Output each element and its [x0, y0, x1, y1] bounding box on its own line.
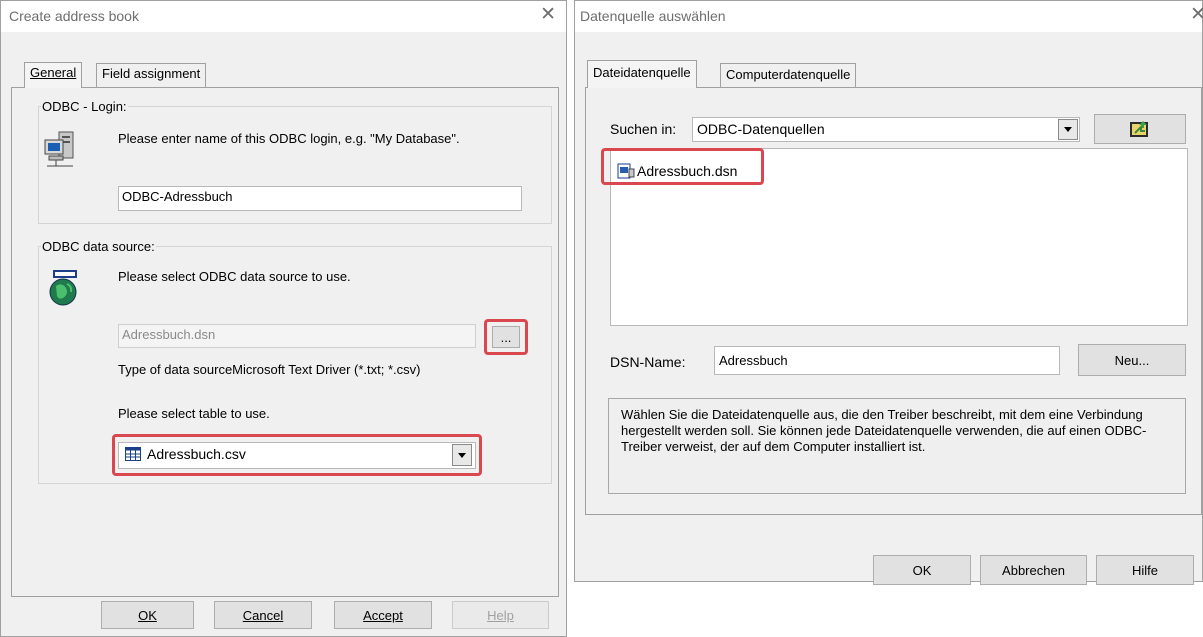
table-icon [125, 447, 141, 461]
login-name-input[interactable]: ODBC-Adressbuch [118, 186, 522, 211]
dialog-title: Create address book [9, 8, 139, 24]
help-button[interactable]: Hilfe [1096, 555, 1194, 585]
browse-datasource-button[interactable]: ... [492, 326, 520, 348]
cancel-button[interactable]: Cancel [214, 601, 312, 629]
search-location-value: ODBC-Datenquellen [697, 121, 825, 137]
table-select-value: Adressbuch.csv [147, 446, 246, 462]
help-label: Help [487, 607, 514, 623]
login-prompt: Please enter name of this ODBC login, e.… [118, 131, 460, 146]
tab-panel: ODBC - Login: Please enter name of this … [11, 87, 559, 597]
file-list[interactable]: Adressbuch.dsn [610, 148, 1188, 326]
computer-network-icon [43, 130, 79, 173]
dropdown-arrow-icon[interactable] [1058, 119, 1078, 140]
tab-label: General [30, 65, 77, 80]
ok-label: OK [138, 607, 157, 623]
dsn-file-icon [617, 163, 635, 179]
browse-label: ... [500, 329, 512, 345]
tab-file-datasource[interactable]: Dateidatenquelle [587, 60, 697, 88]
ok-button[interactable]: OK [873, 555, 971, 585]
help-label: Hilfe [1131, 562, 1158, 578]
cancel-button[interactable]: Abbrechen [980, 555, 1087, 585]
dropdown-arrow-icon[interactable] [452, 444, 472, 466]
dialog-title: Datenquelle auswählen [580, 8, 726, 24]
close-icon[interactable]: ✕ [1190, 5, 1203, 25]
title-bar: Create address book ✕ [1, 1, 566, 32]
close-icon[interactable]: ✕ [540, 5, 556, 25]
tab-general[interactable]: General [24, 62, 83, 88]
folder-up-icon [1130, 121, 1148, 137]
globe-datasource-icon [49, 270, 79, 309]
datasource-type-text: Type of data sourceMicrosoft Text Driver… [118, 362, 421, 377]
search-location-select[interactable]: ODBC-Datenquellen [692, 117, 1080, 142]
ok-button[interactable]: OK [101, 601, 194, 629]
help-button: Help [452, 601, 549, 629]
cancel-label: Abbrechen [1002, 562, 1065, 578]
select-datasource-dialog: Datenquelle auswählen ✕ Dateidatenquelle… [574, 0, 1203, 585]
ok-label: OK [912, 562, 932, 578]
info-text: Wählen Sie die Dateidatenquelle aus, die… [608, 398, 1186, 494]
datasource-prompt: Please select ODBC data source to use. [118, 269, 351, 284]
tab-label: Field assignment [102, 66, 201, 81]
tab-computer-datasource[interactable]: Computerdatenquelle [720, 63, 857, 88]
tab-panel: Suchen in: ODBC-Datenquellen Adressbuch.… [585, 87, 1202, 515]
dsn-name-input[interactable]: Adressbuch [714, 346, 1060, 375]
accept-button[interactable]: Accept [334, 601, 432, 629]
folder-up-button[interactable] [1094, 114, 1186, 144]
accept-label: Accept [363, 607, 403, 623]
group-legend: ODBC - Login: [42, 99, 127, 114]
datasource-input: Adressbuch.dsn [118, 324, 476, 348]
tab-field-assignment[interactable]: Field assignment [96, 63, 207, 87]
title-bar: Datenquelle auswählen ✕ [575, 1, 1203, 32]
tab-label: Computerdatenquelle [726, 67, 851, 82]
cancel-label: Cancel [242, 607, 284, 623]
new-label: Neu... [1114, 352, 1150, 368]
file-name: Adressbuch.dsn [637, 163, 738, 179]
tab-label: Dateidatenquelle [593, 65, 691, 80]
group-legend: ODBC data source: [42, 239, 155, 254]
table-prompt: Please select table to use. [118, 406, 270, 421]
search-label: Suchen in: [610, 121, 677, 137]
list-item[interactable]: Adressbuch.dsn [617, 163, 737, 179]
table-select[interactable]: Adressbuch.csv [118, 442, 476, 469]
new-button[interactable]: Neu... [1078, 344, 1186, 376]
dsn-name-label: DSN-Name: [610, 354, 686, 370]
create-address-book-dialog: Create address book ✕ General Field assi… [0, 0, 567, 637]
